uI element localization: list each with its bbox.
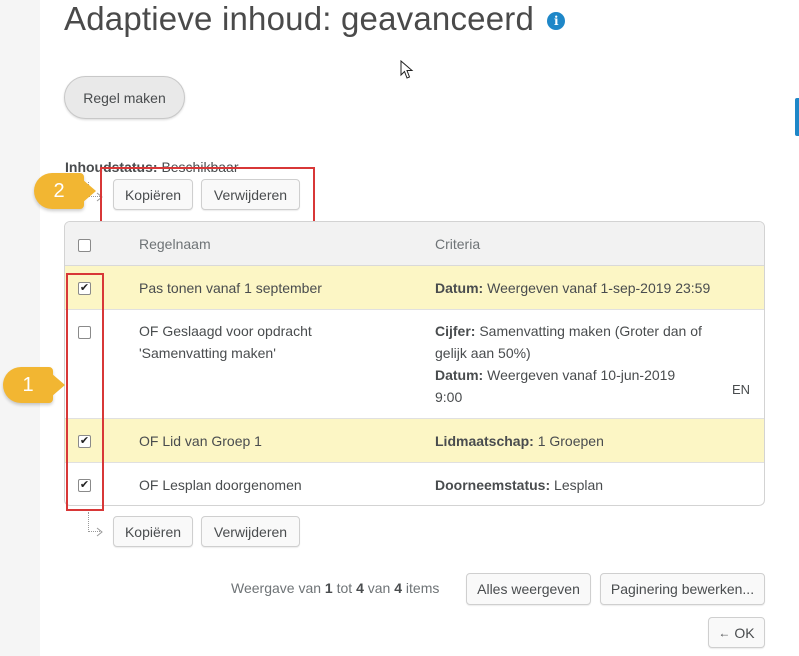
rule-name-line-1: OF Geslaagd voor opdracht — [139, 323, 312, 339]
right-edge-tab[interactable] — [795, 98, 799, 136]
column-header-rule-name: Regelnaam — [139, 236, 211, 252]
rule-criteria: Cijfer: Samenvatting maken (Groter dan o… — [435, 320, 745, 408]
pagination-to: 4 — [356, 580, 364, 596]
criteria-label: Datum: — [435, 280, 484, 296]
callout-2: 2 — [34, 173, 96, 209]
column-header-criteria: Criteria — [435, 236, 481, 252]
create-rule-button[interactable]: Regel maken — [64, 76, 185, 119]
language-label: EN — [732, 382, 751, 397]
pagination-prefix: Weergave van — [231, 580, 322, 596]
pagination-of-word: van — [367, 580, 391, 596]
pagination-summary: Weergave van 1 tot 4 van 4 items — [231, 580, 439, 596]
criteria-value-cont: 9:00 — [435, 389, 463, 405]
page-title-text: Adaptieve inhoud: geavanceerd — [64, 0, 534, 37]
rule-name: OF Geslaagd voor opdracht 'Samenvatting … — [139, 320, 312, 364]
ok-button[interactable]: ← OK — [708, 617, 765, 648]
pagination-from: 1 — [324, 580, 333, 596]
criteria-value: 1 Groepen — [537, 433, 604, 449]
show-all-button[interactable]: Alles weergeven — [466, 573, 591, 605]
criteria-value-cont: gelijk aan 50%) — [435, 345, 531, 361]
table-header: Regelnaam Criteria — [65, 222, 764, 266]
callout-1: 1 — [3, 367, 65, 403]
info-icon[interactable]: i — [547, 12, 566, 31]
criteria-value: Samenvatting maken (Groter dan of — [479, 323, 702, 339]
page-title: Adaptieve inhoud: geavanceerd i — [64, 0, 566, 38]
pagination-suffix: items — [405, 580, 440, 596]
back-arrow-icon: ← — [718, 625, 731, 640]
edit-paging-button[interactable]: Paginering bewerken... — [600, 573, 765, 605]
criteria-label: Doorneemstatus: — [435, 477, 551, 493]
table-row: ✔ Pas tonen vanaf 1 september Datum: Wee… — [65, 266, 764, 310]
criteria-value: Lesplan — [554, 477, 604, 493]
rule-name: OF Lesplan doorgenomen — [139, 477, 302, 493]
ok-label: OK — [734, 624, 755, 641]
copy-button-bottom[interactable]: Kopiëren — [113, 516, 193, 547]
pagination-to-word: tot — [336, 580, 353, 596]
delete-button-bottom[interactable]: Verwijderen — [201, 516, 300, 547]
left-rail — [0, 0, 40, 656]
rule-criteria: Doorneemstatus: Lesplan — [435, 474, 603, 496]
rules-table: Regelnaam Criteria ✔ Pas tonen vanaf 1 s… — [64, 221, 765, 506]
select-all-checkbox[interactable] — [78, 239, 91, 252]
rule-name: OF Lid van Groep 1 — [139, 433, 262, 449]
rule-criteria: Datum: Weergeven vanaf 1-sep-2019 23:59 — [435, 277, 710, 299]
highlight-box-actions — [100, 167, 315, 225]
rule-name: Pas tonen vanaf 1 september — [139, 280, 322, 296]
rule-name-line-2: 'Samenvatting maken' — [139, 345, 276, 361]
pagination-total: 4 — [394, 580, 403, 596]
table-row: ✔ OF Lesplan doorgenomen Doorneemstatus:… — [65, 463, 764, 505]
rule-criteria: Lidmaatschap: 1 Groepen — [435, 430, 604, 452]
criteria-label: Cijfer: — [435, 323, 476, 339]
criteria-label: Datum: — [435, 367, 484, 383]
highlight-box-checkboxes — [66, 273, 104, 511]
criteria-label: Lidmaatschap: — [435, 433, 534, 449]
criteria-value: Weergeven vanaf 10-jun-2019 — [487, 367, 676, 383]
table-row: ✔ OF Lid van Groep 1 Lidmaatschap: 1 Gro… — [65, 419, 764, 463]
mouse-cursor-icon — [400, 60, 414, 79]
table-row: OF Geslaagd voor opdracht 'Samenvatting … — [65, 310, 764, 419]
bottom-connector-arrow-icon — [96, 527, 103, 537]
criteria-value: Weergeven vanaf 1-sep-2019 23:59 — [487, 280, 711, 296]
